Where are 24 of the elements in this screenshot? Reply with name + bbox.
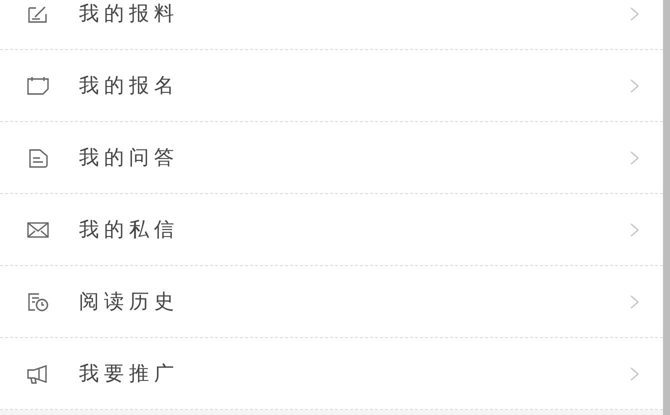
history-icon: [27, 292, 49, 312]
menu-label: 我的私信: [79, 216, 179, 243]
calendar-icon: [27, 76, 49, 96]
document-icon: [27, 148, 49, 168]
menu-label: 我的报名: [79, 72, 179, 99]
chevron-icon: [630, 294, 639, 308]
chevron-icon: [630, 366, 639, 380]
envelope-icon: [27, 220, 49, 240]
menu-item[interactable]: 我的私信: [0, 194, 663, 266]
menu-label: 我的问答: [79, 144, 179, 171]
megaphone-icon: [27, 364, 49, 384]
menu-item[interactable]: 我的报料: [0, 0, 663, 50]
menu-label: 我的报料: [79, 0, 179, 27]
menu-item[interactable]: 我的问答: [0, 122, 663, 194]
chevron-icon: [630, 150, 639, 164]
chevron-icon: [630, 78, 639, 92]
menu-item[interactable]: 我的报名: [0, 50, 663, 122]
menu-label: 我要推广: [79, 360, 179, 387]
edit-icon: [27, 4, 49, 24]
menu-item[interactable]: 我要推广: [0, 338, 663, 410]
chevron-icon: [630, 222, 639, 236]
menu-label: 阅读历史: [79, 288, 179, 315]
chevron-icon: [630, 6, 639, 20]
menu-item[interactable]: 阅读历史: [0, 266, 663, 338]
